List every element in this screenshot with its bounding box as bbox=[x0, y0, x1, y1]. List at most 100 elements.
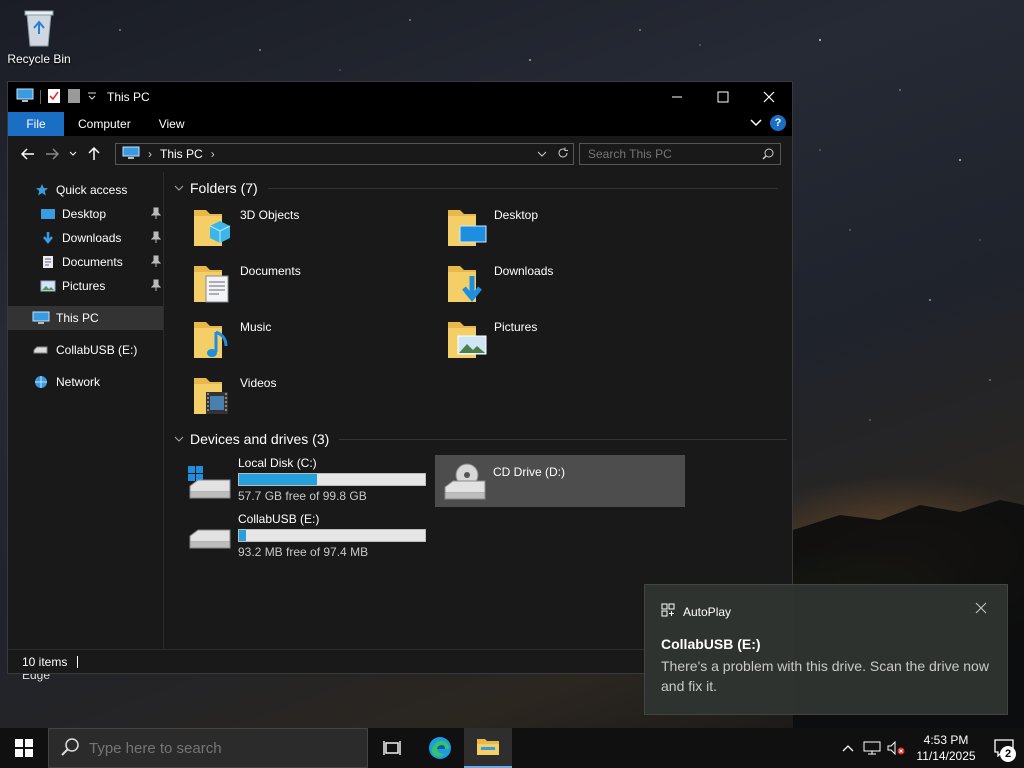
recycle-bin-desktop-icon[interactable]: Recycle Bin bbox=[2, 6, 76, 66]
drive-free-space: 93.2 MB free of 97.4 MB bbox=[238, 545, 369, 559]
breadcrumb-this-pc[interactable]: This PC bbox=[160, 147, 203, 161]
tab-computer[interactable]: Computer bbox=[64, 112, 145, 136]
expand-ribbon-icon[interactable] bbox=[750, 116, 762, 130]
drive-collabusb-e[interactable]: CollabUSB (E:) 93.2 MB free of 97.4 MB bbox=[186, 512, 436, 564]
recent-locations-button[interactable] bbox=[64, 142, 82, 166]
tab-file[interactable]: File bbox=[8, 112, 64, 136]
maximize-button[interactable] bbox=[700, 82, 746, 112]
file-explorer-taskbar-button[interactable] bbox=[464, 728, 512, 768]
devices-group-header[interactable]: Devices and drives (3) bbox=[174, 431, 788, 447]
folder-downloads[interactable]: Downloads bbox=[446, 258, 553, 304]
item-count: 10 items bbox=[22, 654, 68, 669]
customize-toolbar-icon[interactable] bbox=[87, 90, 97, 104]
title-bar[interactable]: This PC bbox=[8, 82, 792, 112]
windows-drive-icon bbox=[188, 466, 231, 499]
nav-desktop[interactable]: Desktop bbox=[8, 202, 163, 226]
folder-documents[interactable]: Documents bbox=[192, 258, 301, 304]
address-history-icon[interactable] bbox=[537, 147, 547, 162]
pin-icon[interactable] bbox=[150, 279, 162, 294]
nav-pictures[interactable]: Pictures bbox=[8, 274, 163, 298]
search-icon bbox=[762, 148, 774, 163]
action-center-button[interactable]: 2 bbox=[984, 728, 1024, 768]
folder-music[interactable]: Music bbox=[192, 314, 271, 360]
search-input[interactable] bbox=[580, 147, 755, 161]
close-button[interactable] bbox=[746, 82, 792, 112]
new-folder-icon[interactable] bbox=[67, 88, 81, 107]
volume-muted-icon[interactable] bbox=[884, 728, 908, 768]
taskbar-search-box[interactable] bbox=[48, 728, 368, 768]
breadcrumb-chevron-icon[interactable]: › bbox=[211, 147, 215, 161]
network-status-icon[interactable] bbox=[860, 728, 884, 768]
notification-title: CollabUSB (E:) bbox=[661, 636, 761, 652]
pictures-folder-icon bbox=[448, 322, 487, 358]
this-pc-icon bbox=[122, 146, 140, 163]
pin-icon[interactable] bbox=[150, 207, 162, 222]
folder-3d-objects[interactable]: 3D Objects bbox=[192, 202, 299, 248]
minimize-button[interactable] bbox=[654, 82, 700, 112]
properties-icon[interactable] bbox=[47, 88, 61, 107]
help-button[interactable]: ? bbox=[770, 115, 786, 131]
show-hidden-icons-button[interactable] bbox=[836, 728, 860, 768]
system-tray: 4:53 PM 11/14/2025 2 bbox=[836, 728, 1024, 768]
pin-icon[interactable] bbox=[150, 231, 162, 246]
navigation-bar: › This PC › bbox=[8, 136, 792, 172]
nav-documents-label: Documents bbox=[62, 255, 123, 269]
folder-pictures[interactable]: Pictures bbox=[446, 314, 537, 360]
drive-name: CollabUSB (E:) bbox=[238, 512, 320, 526]
music-folder-icon bbox=[194, 322, 228, 358]
clock[interactable]: 4:53 PM 11/14/2025 bbox=[908, 732, 984, 764]
nav-network[interactable]: Network bbox=[8, 370, 163, 394]
nav-network-label: Network bbox=[56, 375, 101, 389]
nav-downloads[interactable]: Downloads bbox=[8, 226, 163, 250]
start-button[interactable] bbox=[0, 728, 48, 768]
navigation-pane: Quick access Desktop Downloads Documents… bbox=[8, 172, 164, 649]
clock-time: 4:53 PM bbox=[923, 733, 969, 747]
network-icon bbox=[32, 374, 50, 390]
desktop-folder-icon bbox=[448, 210, 487, 246]
this-pc-icon bbox=[32, 310, 50, 326]
drive-usage-bar bbox=[238, 529, 426, 542]
refresh-icon[interactable] bbox=[557, 147, 569, 162]
drive-name: Local Disk (C:) bbox=[238, 456, 317, 470]
task-view-icon bbox=[383, 741, 401, 755]
clock-date: 11/14/2025 bbox=[916, 749, 976, 763]
notification-app-name: AutoPlay bbox=[683, 604, 732, 619]
address-bar[interactable]: › This PC › bbox=[115, 143, 574, 165]
tab-view[interactable]: View bbox=[145, 112, 199, 136]
task-view-button[interactable] bbox=[368, 728, 416, 768]
content-pane: Folders (7) 3D Objects Desktop Documents… bbox=[164, 172, 792, 649]
forward-button[interactable] bbox=[40, 142, 64, 166]
file-explorer-icon bbox=[477, 739, 499, 755]
nav-collabusb[interactable]: CollabUSB (E:) bbox=[8, 338, 163, 362]
documents-icon bbox=[40, 254, 56, 270]
nav-quick-access[interactable]: Quick access bbox=[8, 178, 163, 202]
nav-documents[interactable]: Documents bbox=[8, 250, 163, 274]
drive-local-disk-c[interactable]: Local Disk (C:) 57.7 GB free of 99.8 GB bbox=[186, 456, 436, 508]
folder-label: Desktop bbox=[494, 208, 539, 222]
taskbar: 4:53 PM 11/14/2025 2 bbox=[0, 728, 1024, 768]
nav-this-pc[interactable]: This PC bbox=[8, 306, 163, 330]
drive-usage-bar bbox=[238, 473, 426, 486]
pictures-icon bbox=[40, 278, 56, 294]
chevron-down-icon bbox=[174, 431, 184, 447]
folder-label: 3D Objects bbox=[240, 208, 300, 222]
edge-taskbar-button[interactable] bbox=[416, 728, 464, 768]
taskbar-search-input[interactable] bbox=[89, 739, 339, 757]
drive-cd-d[interactable]: CD Drive (D:) bbox=[435, 455, 685, 507]
folder-desktop[interactable]: Desktop bbox=[446, 202, 538, 248]
autoplay-notification[interactable]: AutoPlay CollabUSB (E:) There's a proble… bbox=[644, 584, 1008, 715]
drive-name: CD Drive (D:) bbox=[493, 465, 565, 479]
chevron-down-icon bbox=[174, 180, 184, 196]
toolbar-separator bbox=[40, 90, 41, 104]
back-button[interactable] bbox=[16, 142, 40, 166]
pin-icon[interactable] bbox=[150, 255, 162, 270]
window-title: This PC bbox=[107, 90, 150, 104]
drives-header-label: Devices and drives (3) bbox=[190, 431, 330, 447]
close-icon[interactable] bbox=[975, 602, 987, 617]
search-box[interactable] bbox=[579, 143, 781, 165]
folder-videos[interactable]: Videos bbox=[192, 370, 276, 416]
up-button[interactable] bbox=[82, 142, 106, 166]
folders-group-header[interactable]: Folders (7) bbox=[174, 180, 778, 196]
star-icon bbox=[34, 182, 50, 198]
nav-pictures-label: Pictures bbox=[62, 279, 106, 293]
